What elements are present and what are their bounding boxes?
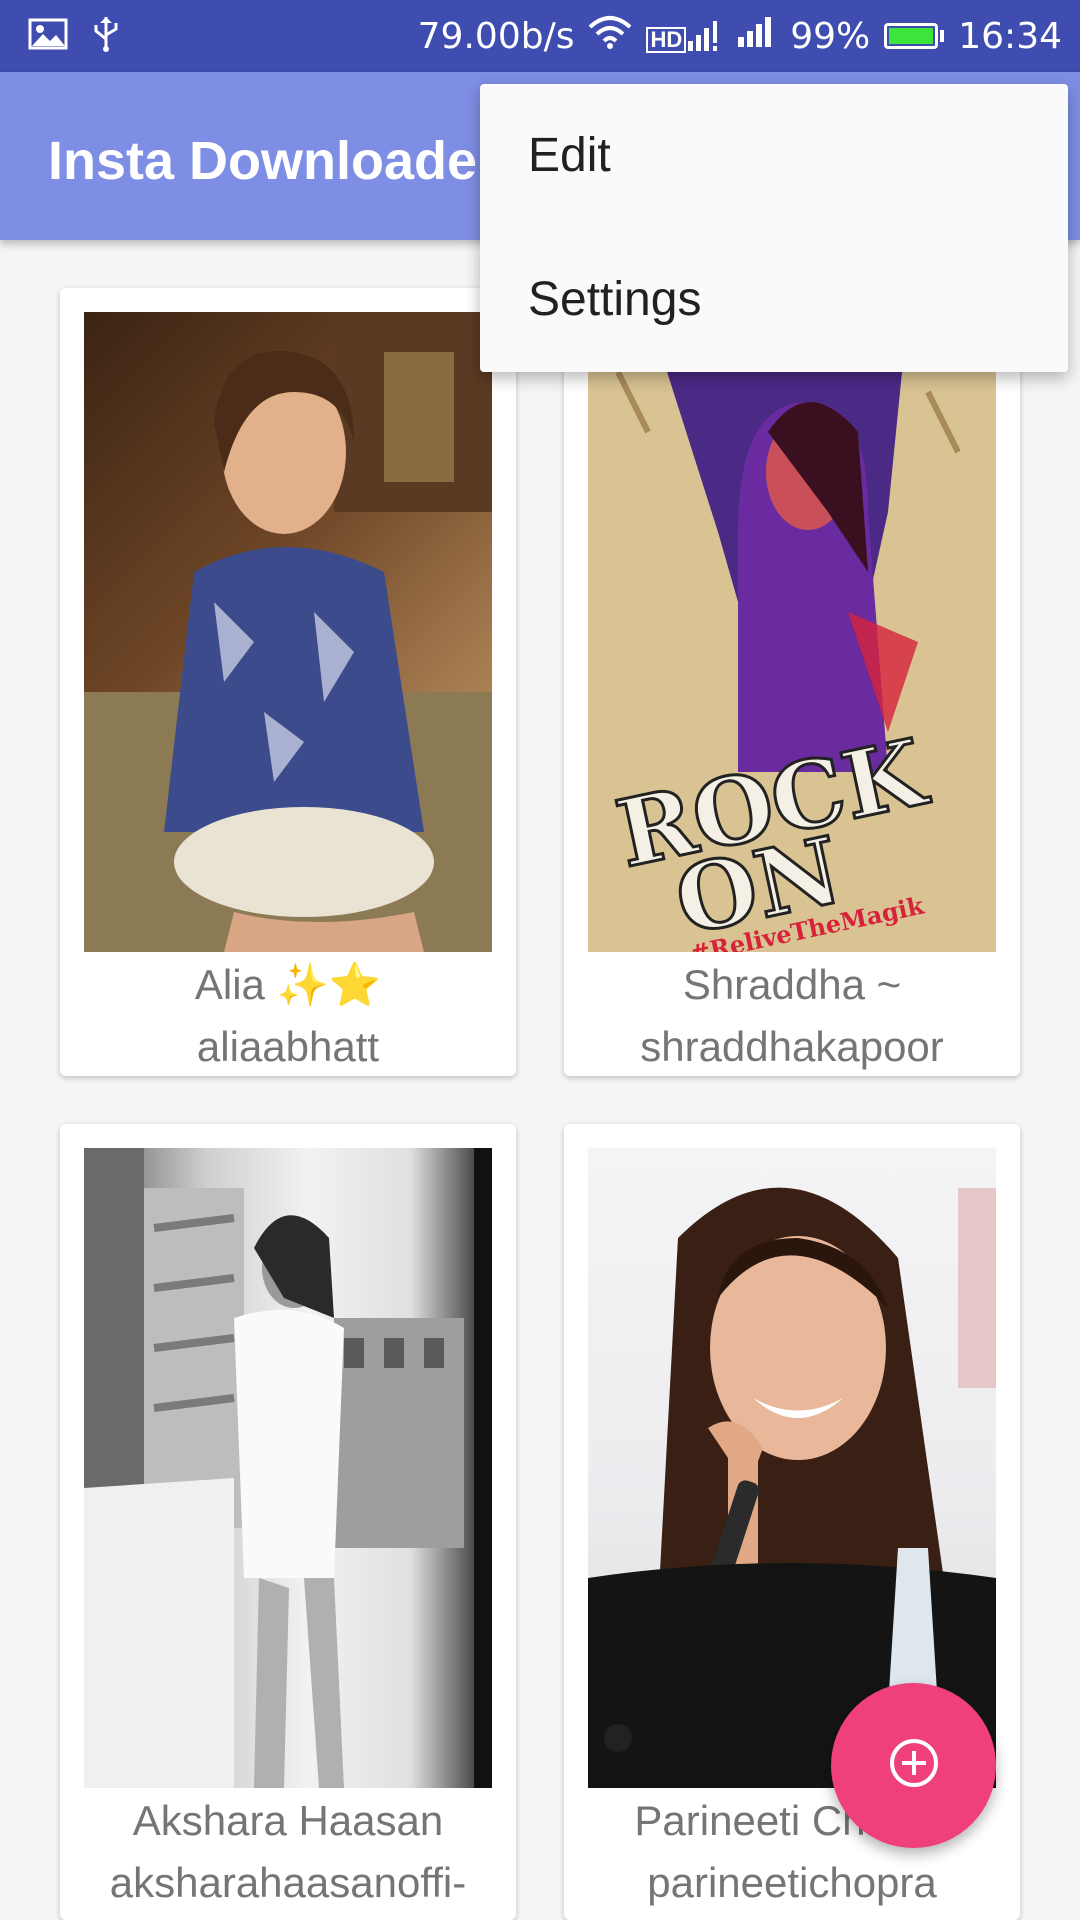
card-username: aksharahaasanoffi- xyxy=(109,1859,467,1906)
profile-card[interactable]: Alia ✨⭐ aliaabhatt xyxy=(60,288,516,1076)
card-username: aliaabhatt xyxy=(196,1023,380,1070)
card-username: parineetichopra xyxy=(647,1859,937,1906)
screen: 79.00b/s HD 99% 16:34 Insta Downloade Al… xyxy=(0,0,1080,1920)
app-title: Insta Downloade xyxy=(48,131,478,191)
signal-icon xyxy=(736,15,776,58)
profile-photo[interactable] xyxy=(84,1148,492,1788)
battery-icon xyxy=(884,23,945,49)
wifi-icon xyxy=(588,15,632,58)
menu-item-settings[interactable]: Settings xyxy=(528,272,701,327)
profile-card[interactable]: Akshara Haasan aksharahaasanoffi- xyxy=(60,1124,516,1920)
clock: 16:34 xyxy=(958,15,1062,57)
overflow-menu: Edit Settings xyxy=(480,84,1068,372)
battery-percent: 99% xyxy=(790,15,871,57)
add-circle-icon xyxy=(886,1735,942,1796)
status-bar: 79.00b/s HD 99% 16:34 xyxy=(0,0,1080,72)
image-icon xyxy=(28,18,68,55)
card-display-name: Alia ✨⭐ xyxy=(194,961,382,1008)
profile-card[interactable]: ROCK ON #ReliveTheMagik Shraddha ~ shrad… xyxy=(564,288,1020,1076)
profile-photo[interactable]: ROCK ON #ReliveTheMagik xyxy=(588,312,996,952)
card-display-name: Akshara Haasan xyxy=(132,1797,444,1844)
network-speed: 79.00b/s xyxy=(417,15,575,57)
hd-call-icon: HD xyxy=(646,19,722,53)
add-button[interactable] xyxy=(831,1683,996,1848)
card-display-name: Shraddha ~ xyxy=(682,961,902,1008)
hd-label: HD xyxy=(646,27,687,53)
usb-icon xyxy=(92,15,120,58)
menu-item-edit[interactable]: Edit xyxy=(528,128,611,183)
profile-photo[interactable] xyxy=(84,312,492,952)
card-username: shraddhakapoor xyxy=(640,1023,944,1070)
